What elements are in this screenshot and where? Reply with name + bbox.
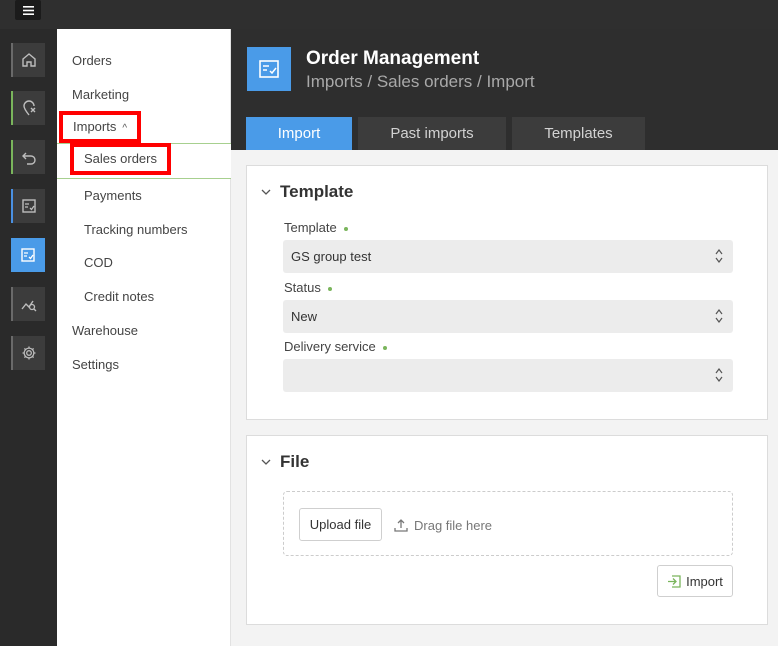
rail-settings-button[interactable]	[11, 336, 45, 370]
drag-file-hint: Drag file here	[414, 518, 493, 533]
nav-item-credit-notes[interactable]: Credit notes	[84, 289, 154, 304]
status-field-label: Status	[284, 280, 332, 295]
rail-orders-button[interactable]	[11, 189, 45, 223]
import-icon	[668, 574, 681, 588]
hamburger-icon	[22, 5, 34, 15]
top-bar	[0, 0, 778, 29]
nav-item-payments[interactable]: Payments	[84, 188, 142, 203]
chevron-up-icon: ^	[122, 123, 128, 134]
template-section-title: Template	[280, 182, 354, 201]
sort-arrows-icon	[715, 249, 723, 263]
file-card: File Upload file Drag file here Import	[246, 435, 768, 625]
nav-item-settings[interactable]: Settings	[72, 357, 119, 372]
sub-navigation: Orders Marketing Imports ^ Sales orders P…	[57, 29, 231, 646]
return-icon	[22, 152, 36, 165]
chevron-down-icon[interactable]	[261, 458, 271, 466]
nav-item-sales-orders[interactable]: Sales orders	[70, 143, 171, 175]
hamburger-menu-button[interactable]	[15, 0, 41, 20]
status-select-value: New	[291, 309, 318, 324]
nav-item-tracking-numbers[interactable]: Tracking numbers	[84, 222, 188, 237]
location-cancel-icon	[23, 100, 36, 116]
file-dropzone[interactable]: Upload file Drag file here	[283, 491, 733, 556]
file-section-title: File	[280, 452, 310, 471]
import-button[interactable]: Import	[657, 565, 733, 597]
required-dot-icon	[382, 345, 387, 350]
nav-item-imports[interactable]: Imports ^	[59, 111, 142, 143]
template-select-value: GS group test	[291, 249, 372, 264]
rail-order-management-button[interactable]	[11, 238, 45, 272]
template-field-label: Template	[284, 220, 348, 235]
delivery-service-field-label: Delivery service	[284, 339, 387, 354]
import-button-label: Import	[686, 573, 723, 589]
chevron-down-icon[interactable]	[261, 188, 271, 196]
sort-arrows-icon	[715, 368, 723, 382]
delivery-service-select[interactable]	[283, 359, 733, 392]
template-select[interactable]: GS group test	[283, 240, 733, 273]
breadcrumb: Imports / Sales orders / Import	[306, 72, 535, 91]
order-list-icon	[259, 60, 279, 78]
icon-rail	[0, 29, 57, 646]
rail-analytics-button[interactable]	[11, 287, 45, 321]
required-dot-icon	[343, 226, 348, 231]
nav-item-imports-label: Imports	[73, 119, 117, 134]
delivery-label-text: Delivery service	[284, 339, 376, 354]
analytics-search-icon	[21, 300, 37, 312]
nav-item-orders[interactable]: Orders	[72, 53, 112, 68]
page-title: Order Management	[306, 48, 480, 69]
page-header: Order Management Imports / Sales orders …	[231, 29, 778, 150]
rail-home-button[interactable]	[11, 43, 45, 77]
gear-icon	[22, 346, 36, 360]
tab-import[interactable]: Import	[246, 117, 352, 150]
upload-file-button[interactable]: Upload file	[299, 508, 382, 541]
template-card: Template Template GS group test Status N…	[246, 165, 768, 420]
upload-icon	[394, 519, 408, 532]
sort-arrows-icon	[715, 309, 723, 323]
nav-item-marketing[interactable]: Marketing	[72, 87, 129, 102]
required-dot-icon	[327, 286, 332, 291]
rail-returns-button[interactable]	[11, 140, 45, 174]
order-management-app-icon	[247, 47, 291, 91]
order-list-icon	[22, 199, 36, 213]
tab-past-imports[interactable]: Past imports	[358, 117, 506, 150]
status-label-text: Status	[284, 280, 321, 295]
order-management-icon	[21, 248, 35, 262]
nav-item-cod[interactable]: COD	[84, 255, 113, 270]
rail-location-button[interactable]	[11, 91, 45, 125]
home-icon	[22, 53, 36, 67]
status-select[interactable]: New	[283, 300, 733, 333]
nav-item-warehouse[interactable]: Warehouse	[72, 323, 138, 338]
tab-templates[interactable]: Templates	[512, 117, 645, 150]
template-label-text: Template	[284, 220, 337, 235]
